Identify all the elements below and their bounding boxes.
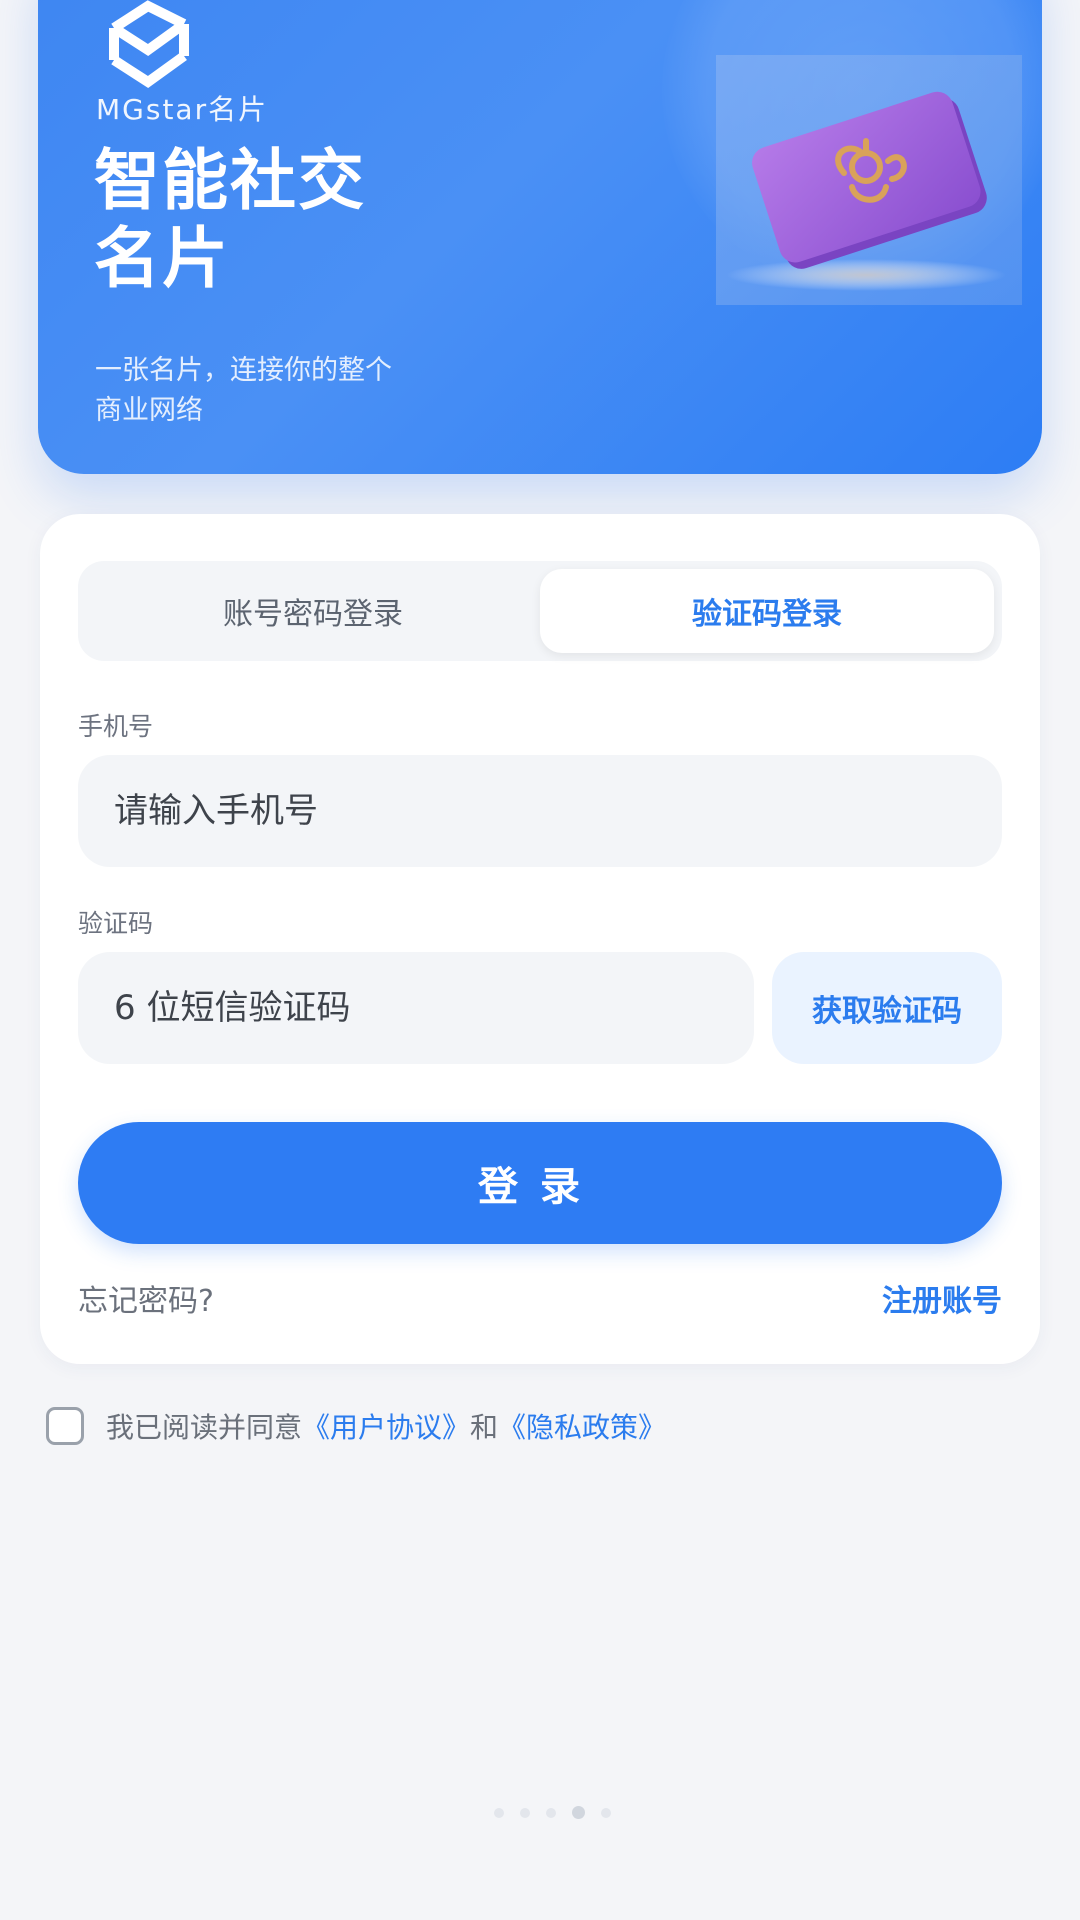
tab-sms-code-login[interactable]: 验证码登录: [540, 569, 994, 653]
hero-subline: 一张名片，连接你的整个商业网络: [95, 355, 392, 426]
page-dot: [494, 1807, 504, 1818]
user-agreement-link[interactable]: 《用户协议》: [302, 1406, 470, 1446]
login-panel: 账号密码登录 验证码登录 手机号 验证码 获取验证码 登录 忘记密码? 注册账号: [40, 514, 1040, 1364]
login-method-tabs: 账号密码登录 验证码登录: [78, 561, 1002, 661]
brand-name: MGstar名片: [96, 93, 269, 126]
phone-input[interactable]: [112, 790, 1002, 832]
tab-password-login[interactable]: 账号密码登录: [86, 569, 540, 653]
login-button[interactable]: 登录: [78, 1122, 1002, 1244]
page-dot: [601, 1807, 611, 1818]
page-dot: [546, 1807, 556, 1818]
code-label: 验证码: [78, 909, 154, 938]
forgot-password-link[interactable]: 忘记密码?: [78, 1276, 214, 1320]
privacy-policy-link[interactable]: 《隐私政策》: [498, 1406, 666, 1446]
page-indicator: [486, 1806, 619, 1819]
agreement-prefix: 我已阅读并同意: [106, 1411, 303, 1444]
agreement-checkbox[interactable]: [46, 1407, 84, 1445]
hero-banner: MGstar名片 智能社交名片 一张名片，连接你的整个商业网络: [38, 0, 1042, 474]
page-dot: [520, 1807, 530, 1818]
agreement-row: 我已阅读并同意 《用户协议》 和 《隐私政策》: [46, 1406, 666, 1446]
get-code-button[interactable]: 获取验证码: [772, 952, 1002, 1064]
page-dot-active: [572, 1806, 585, 1819]
hero-headline: 智能社交名片: [94, 142, 366, 297]
agreement-and: 和: [470, 1411, 499, 1444]
business-card-illustration-icon: [716, 55, 1022, 305]
mgstar-logo-icon: [109, 0, 189, 89]
phone-label: 手机号: [78, 712, 154, 741]
code-field-box: [78, 952, 754, 1064]
phone-field-box: [78, 755, 1002, 867]
register-link[interactable]: 注册账号: [882, 1276, 1002, 1320]
sms-code-input[interactable]: [112, 987, 754, 1029]
